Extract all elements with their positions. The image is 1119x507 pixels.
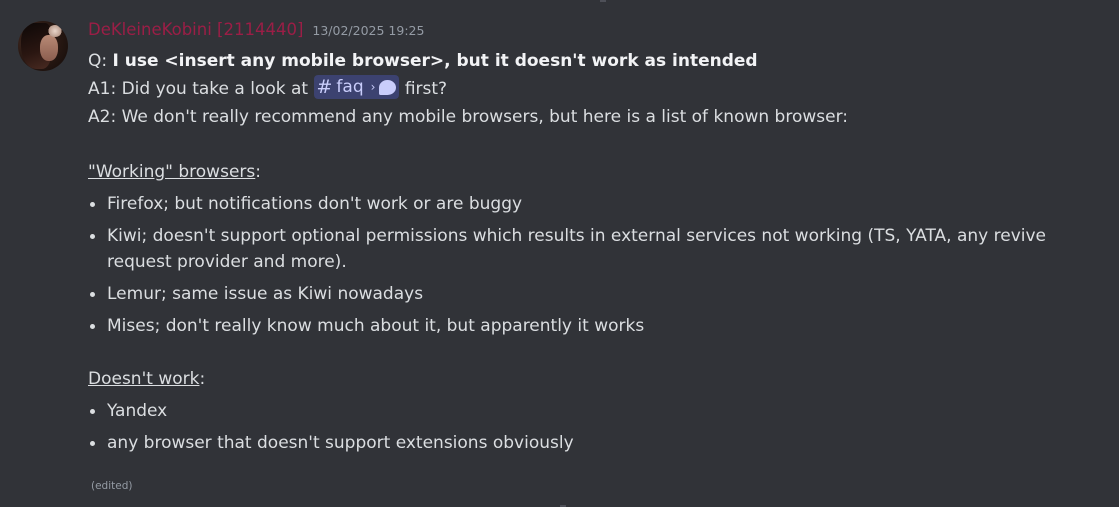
author-username[interactable]: DeKleineKobini [2114440] bbox=[88, 20, 303, 39]
working-browsers-list: Firefox; but notifications don't work or… bbox=[88, 191, 1113, 339]
doesnt-work-title: Doesn't work bbox=[88, 369, 200, 389]
list-item: Mises; don't really know much about it, … bbox=[88, 313, 1113, 339]
avatar[interactable] bbox=[18, 21, 68, 71]
list-item: Firefox; but notifications don't work or… bbox=[88, 191, 1113, 217]
working-heading-colon: : bbox=[255, 162, 261, 182]
forum-bubble-icon bbox=[379, 79, 397, 95]
avatar-face-shape bbox=[40, 35, 58, 61]
edited-indicator: (edited) bbox=[91, 480, 133, 492]
list-item: Lemur; same issue as Kiwi nowadays bbox=[88, 281, 1113, 307]
working-heading: "Working" browsers: bbox=[88, 158, 1113, 186]
not-working-heading: Doesn't work: bbox=[88, 365, 1113, 393]
not-working-browsers-list: Yandex any browser that doesn't support … bbox=[88, 398, 1113, 456]
answer-2-line: A2: We don't really recommend any mobile… bbox=[88, 107, 848, 127]
question-prefix: Q: bbox=[88, 51, 113, 71]
channel-mention-name: faq bbox=[336, 77, 364, 97]
question-text: I use <insert any mobile browser>, but i… bbox=[112, 51, 758, 71]
answer-1-suffix: first? bbox=[399, 79, 448, 99]
message-content: Q: I use <insert any mobile browser>, bu… bbox=[88, 47, 1113, 462]
avatar-flower-shape bbox=[48, 25, 62, 37]
channel-hash-icon: # bbox=[316, 76, 333, 98]
message-header: DeKleineKobini [2114440] 13/02/2025 19:2… bbox=[88, 20, 424, 46]
working-browsers-title: "Working" browsers bbox=[88, 162, 256, 182]
question-line: Q: I use <insert any mobile browser>, bu… bbox=[88, 47, 1113, 75]
list-item: Kiwi; doesn't support optional permissio… bbox=[88, 223, 1113, 275]
previous-message-fragment bbox=[600, 0, 606, 2]
channel-mention-faq[interactable]: # faq › bbox=[313, 75, 400, 99]
list-item: any browser that doesn't support extensi… bbox=[88, 430, 1113, 456]
not-working-heading-colon: : bbox=[199, 369, 206, 389]
chat-message: DeKleineKobini [2114440] 13/02/2025 19:2… bbox=[0, 0, 1119, 507]
answer-1-line: A1: Did you take a look at # faq › first? bbox=[88, 75, 1113, 103]
list-item: Yandex bbox=[88, 398, 1113, 424]
chevron-right-icon: › bbox=[370, 80, 376, 94]
message-timestamp[interactable]: 13/02/2025 19:25 bbox=[312, 23, 424, 38]
answer-1-prefix: A1: Did you take a look at bbox=[88, 79, 314, 99]
